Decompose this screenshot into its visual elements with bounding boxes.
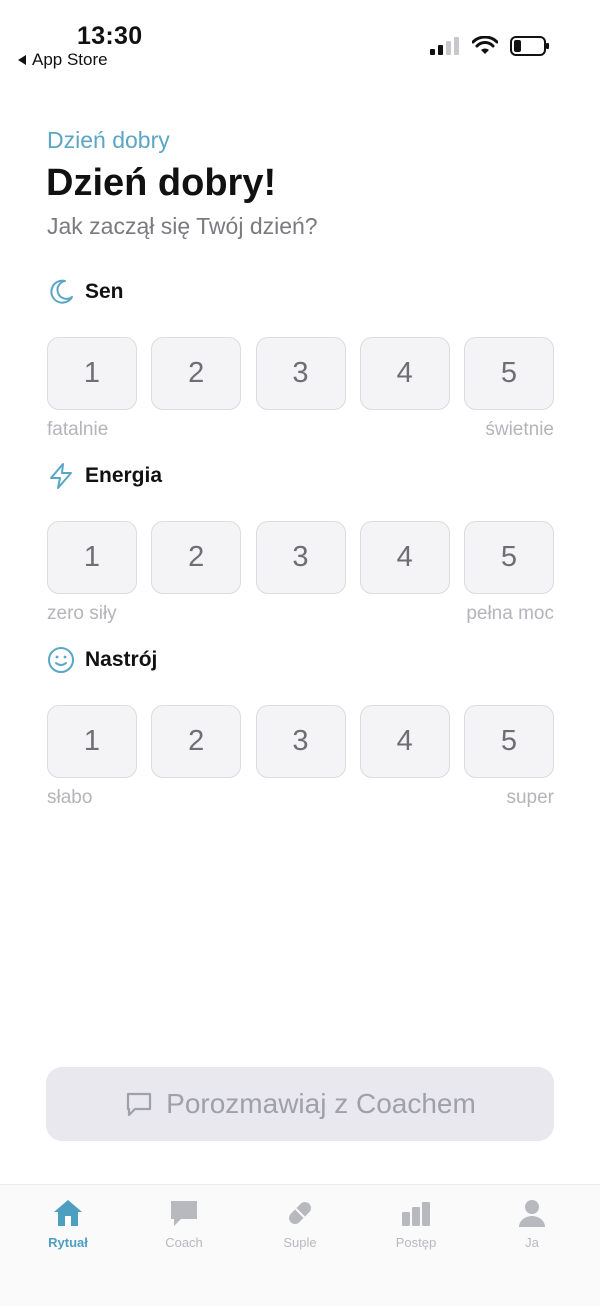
rating-option-4[interactable]: 4: [359, 337, 450, 410]
battery-icon: [510, 36, 549, 56]
page-title: Dzień dobry!: [46, 162, 277, 204]
tab-bar: Rytuał Coach Suple Postęp Ja: [0, 1184, 600, 1306]
tab-postep[interactable]: Postęp: [366, 1185, 466, 1306]
rating-option-5[interactable]: 5: [464, 705, 554, 778]
scale-end-labels: fatalnie świetnie: [47, 419, 554, 441]
rating-option-3[interactable]: 3: [255, 521, 346, 594]
rating-scale: 1 2 3 4 5: [47, 705, 554, 778]
coach-button-label: Porozmawiaj z Coachem: [166, 1088, 476, 1119]
scale-high-label: pełna moc: [466, 603, 554, 624]
smiley-icon: [47, 646, 75, 674]
rating-option-3[interactable]: 3: [255, 337, 346, 410]
moon-icon: [47, 278, 75, 306]
back-triangle-icon: [18, 55, 26, 65]
bar-chart-icon: [400, 1197, 432, 1229]
section-sleep: Sen 1 2 3 4 5 fatalnie świetnie: [47, 277, 554, 441]
section-label: Sen: [85, 280, 124, 303]
tab-label: Rytuał: [48, 1235, 88, 1250]
scale-low-label: fatalnie: [47, 419, 109, 440]
section-mood: Nastrój 1 2 3 4 5 słabo super: [47, 645, 554, 809]
status-indicators: [430, 36, 550, 56]
tab-rytual[interactable]: Rytuał: [18, 1185, 118, 1306]
tab-label: Suple: [283, 1235, 317, 1250]
lightning-icon: [47, 462, 75, 490]
rating-option-1[interactable]: 1: [47, 705, 137, 778]
section-label: Energia: [85, 464, 163, 487]
rating-scale: 1 2 3 4 5: [47, 337, 554, 410]
rating-option-2[interactable]: 2: [151, 337, 242, 410]
tab-label: Postęp: [395, 1235, 437, 1250]
chat-bubble-icon: [127, 1092, 152, 1117]
talk-to-coach-button[interactable]: Porozmawiaj z Coachem: [46, 1067, 554, 1141]
screen: 13:30 App Store Dzień dobry Dzień dobry!…: [0, 0, 600, 1306]
section-header: Sen: [47, 277, 554, 307]
section-header: Energia: [47, 461, 554, 491]
scale-low-label: słabo: [47, 787, 93, 808]
tab-label: Ja: [525, 1235, 539, 1250]
tab-label: Coach: [165, 1235, 203, 1250]
rating-option-2[interactable]: 2: [151, 705, 242, 778]
rating-option-2[interactable]: 2: [151, 521, 242, 594]
scale-high-label: świetnie: [485, 419, 554, 440]
status-time: 13:30: [77, 22, 143, 50]
scale-end-labels: zero siły pełna moc: [47, 603, 554, 625]
rating-option-5[interactable]: 5: [464, 337, 554, 410]
greeting-eyebrow: Dzień dobry: [47, 127, 170, 153]
home-icon: [52, 1197, 84, 1229]
rating-option-1[interactable]: 1: [47, 521, 137, 594]
scale-high-label: super: [506, 787, 554, 808]
wifi-icon: [472, 36, 498, 54]
cellular-signal-icon: [430, 37, 459, 55]
tab-coach[interactable]: Coach: [134, 1185, 234, 1306]
back-to-app-store[interactable]: App Store: [18, 50, 108, 70]
person-icon: [516, 1197, 548, 1229]
rating-option-4[interactable]: 4: [359, 705, 450, 778]
section-header: Nastrój: [47, 645, 554, 675]
tab-suple[interactable]: Suple: [250, 1185, 350, 1306]
scale-low-label: zero siły: [47, 603, 117, 624]
rating-option-1[interactable]: 1: [47, 337, 137, 410]
section-label: Nastrój: [85, 648, 158, 671]
chat-icon: [168, 1197, 200, 1229]
rating-option-3[interactable]: 3: [255, 705, 346, 778]
section-energy: Energia 1 2 3 4 5 zero siły pełna moc: [47, 461, 554, 625]
tab-ja[interactable]: Ja: [482, 1185, 582, 1306]
page-subtitle: Jak zaczął się Twój dzień?: [47, 213, 318, 239]
rating-scale: 1 2 3 4 5: [47, 521, 554, 594]
rating-option-4[interactable]: 4: [359, 521, 450, 594]
back-label: App Store: [32, 50, 108, 69]
pill-icon: [284, 1197, 316, 1229]
rating-option-5[interactable]: 5: [464, 521, 554, 594]
scale-end-labels: słabo super: [47, 787, 554, 809]
